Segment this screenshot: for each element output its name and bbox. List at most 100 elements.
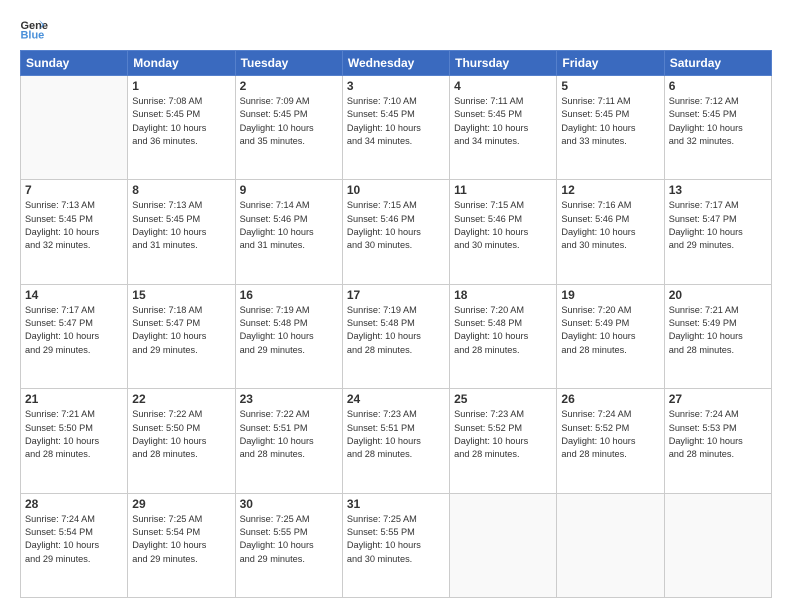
day-info: Sunrise: 7:17 AMSunset: 5:47 PMDaylight:… — [669, 199, 767, 252]
calendar-cell: 17 Sunrise: 7:19 AMSunset: 5:48 PMDayligh… — [342, 284, 449, 388]
day-info: Sunrise: 7:16 AMSunset: 5:46 PMDaylight:… — [561, 199, 659, 252]
calendar-cell: 30Sunrise: 7:25 AMSunset: 5:55 PMDayligh… — [235, 493, 342, 597]
day-info: Sunrise: 7:19 AMSunset: 5:48 PMDaylight:… — [347, 304, 445, 357]
day-info: Sunrise: 7:22 AMSunset: 5:50 PMDaylight:… — [132, 408, 230, 461]
weekday-header-saturday: Saturday — [664, 51, 771, 76]
header: General Blue — [20, 18, 772, 40]
day-info: Sunrise: 7:24 AMSunset: 5:52 PMDaylight:… — [561, 408, 659, 461]
day-info: Sunrise: 7:24 AMSunset: 5:53 PMDaylight:… — [669, 408, 767, 461]
day-info: Sunrise: 7:23 AMSunset: 5:51 PMDaylight:… — [347, 408, 445, 461]
day-number: 25 — [454, 392, 552, 406]
day-info: Sunrise: 7:10 AMSunset: 5:45 PMDaylight:… — [347, 95, 445, 148]
day-info: Sunrise: 7:20 AMSunset: 5:48 PMDaylight:… — [454, 304, 552, 357]
weekday-row: SundayMondayTuesdayWednesdayThursdayFrid… — [21, 51, 772, 76]
day-number: 22 — [132, 392, 230, 406]
calendar-cell: 4 Sunrise: 7:11 AMSunset: 5:45 PMDaylight… — [450, 76, 557, 180]
day-info: Sunrise: 7:20 AMSunset: 5:49 PMDaylight:… — [561, 304, 659, 357]
calendar-cell: 12Sunrise: 7:16 AMSunset: 5:46 PMDayligh… — [557, 180, 664, 284]
calendar-cell: 16 Sunrise: 7:19 AMSunset: 5:48 PMDayligh… — [235, 284, 342, 388]
day-info: Sunrise: 7:18 AMSunset: 5:47 PMDaylight:… — [132, 304, 230, 357]
day-number: 28 — [25, 497, 123, 511]
day-number: 5 — [561, 79, 659, 93]
calendar-cell: 11 Sunrise: 7:15 AMSunset: 5:46 PMDayligh… — [450, 180, 557, 284]
calendar-cell: 24 Sunrise: 7:23 AMSunset: 5:51 PMDayligh… — [342, 389, 449, 493]
calendar-cell: 25 Sunrise: 7:23 AMSunset: 5:52 PMDayligh… — [450, 389, 557, 493]
calendar-cell: 27Sunrise: 7:24 AMSunset: 5:53 PMDayligh… — [664, 389, 771, 493]
day-number: 29 — [132, 497, 230, 511]
day-info: Sunrise: 7:25 AMSunset: 5:54 PMDaylight:… — [132, 513, 230, 566]
day-info: Sunrise: 7:19 AMSunset: 5:48 PMDaylight:… — [240, 304, 338, 357]
day-number: 11 — [454, 183, 552, 197]
day-number: 13 — [669, 183, 767, 197]
day-info: Sunrise: 7:13 AMSunset: 5:45 PMDaylight:… — [25, 199, 123, 252]
calendar-body: 1 Sunrise: 7:08 AMSunset: 5:45 PMDaylight… — [21, 76, 772, 598]
calendar-cell: 18 Sunrise: 7:20 AMSunset: 5:48 PMDayligh… — [450, 284, 557, 388]
day-info: Sunrise: 7:21 AMSunset: 5:49 PMDaylight:… — [669, 304, 767, 357]
day-number: 15 — [132, 288, 230, 302]
week-row-2: 14 Sunrise: 7:17 AMSunset: 5:47 PMDayligh… — [21, 284, 772, 388]
day-number: 1 — [132, 79, 230, 93]
logo-icon: General Blue — [20, 18, 48, 40]
day-info: Sunrise: 7:11 AMSunset: 5:45 PMDaylight:… — [454, 95, 552, 148]
day-info: Sunrise: 7:23 AMSunset: 5:52 PMDaylight:… — [454, 408, 552, 461]
day-number: 20 — [669, 288, 767, 302]
calendar-cell: 31 Sunrise: 7:25 AMSunset: 5:55 PMDayligh… — [342, 493, 449, 597]
weekday-header-sunday: Sunday — [21, 51, 128, 76]
day-number: 24 — [347, 392, 445, 406]
logo: General Blue — [20, 18, 52, 40]
week-row-1: 7 Sunrise: 7:13 AMSunset: 5:45 PMDaylight… — [21, 180, 772, 284]
calendar-cell: 8 Sunrise: 7:13 AMSunset: 5:45 PMDaylight… — [128, 180, 235, 284]
day-number: 9 — [240, 183, 338, 197]
weekday-header-tuesday: Tuesday — [235, 51, 342, 76]
week-row-4: 28 Sunrise: 7:24 AMSunset: 5:54 PMDayligh… — [21, 493, 772, 597]
calendar-table: SundayMondayTuesdayWednesdayThursdayFrid… — [20, 50, 772, 598]
day-info: Sunrise: 7:13 AMSunset: 5:45 PMDaylight:… — [132, 199, 230, 252]
day-number: 23 — [240, 392, 338, 406]
day-number: 19 — [561, 288, 659, 302]
day-info: Sunrise: 7:24 AMSunset: 5:54 PMDaylight:… — [25, 513, 123, 566]
calendar-cell: 7 Sunrise: 7:13 AMSunset: 5:45 PMDaylight… — [21, 180, 128, 284]
calendar-cell: 19 Sunrise: 7:20 AMSunset: 5:49 PMDayligh… — [557, 284, 664, 388]
calendar-cell — [21, 76, 128, 180]
day-number: 14 — [25, 288, 123, 302]
day-info: Sunrise: 7:25 AMSunset: 5:55 PMDaylight:… — [240, 513, 338, 566]
calendar-cell: 14 Sunrise: 7:17 AMSunset: 5:47 PMDayligh… — [21, 284, 128, 388]
day-info: Sunrise: 7:12 AMSunset: 5:45 PMDaylight:… — [669, 95, 767, 148]
day-number: 16 — [240, 288, 338, 302]
weekday-header-monday: Monday — [128, 51, 235, 76]
day-info: Sunrise: 7:17 AMSunset: 5:47 PMDaylight:… — [25, 304, 123, 357]
day-info: Sunrise: 7:08 AMSunset: 5:45 PMDaylight:… — [132, 95, 230, 148]
day-number: 31 — [347, 497, 445, 511]
day-number: 17 — [347, 288, 445, 302]
day-number: 18 — [454, 288, 552, 302]
calendar-cell: 6 Sunrise: 7:12 AMSunset: 5:45 PMDaylight… — [664, 76, 771, 180]
day-number: 26 — [561, 392, 659, 406]
calendar-cell: 9 Sunrise: 7:14 AMSunset: 5:46 PMDaylight… — [235, 180, 342, 284]
day-info: Sunrise: 7:22 AMSunset: 5:51 PMDaylight:… — [240, 408, 338, 461]
day-info: Sunrise: 7:14 AMSunset: 5:46 PMDaylight:… — [240, 199, 338, 252]
day-info: Sunrise: 7:15 AMSunset: 5:46 PMDaylight:… — [454, 199, 552, 252]
calendar-cell: 2Sunrise: 7:09 AMSunset: 5:45 PMDaylight… — [235, 76, 342, 180]
weekday-header-wednesday: Wednesday — [342, 51, 449, 76]
calendar-header: SundayMondayTuesdayWednesdayThursdayFrid… — [21, 51, 772, 76]
day-info: Sunrise: 7:21 AMSunset: 5:50 PMDaylight:… — [25, 408, 123, 461]
calendar-cell: 26 Sunrise: 7:24 AMSunset: 5:52 PMDayligh… — [557, 389, 664, 493]
day-number: 8 — [132, 183, 230, 197]
day-info: Sunrise: 7:25 AMSunset: 5:55 PMDaylight:… — [347, 513, 445, 566]
calendar-cell: 28 Sunrise: 7:24 AMSunset: 5:54 PMDayligh… — [21, 493, 128, 597]
calendar-cell — [557, 493, 664, 597]
calendar-cell — [450, 493, 557, 597]
page: General Blue SundayMondayTuesdayWednesda… — [0, 0, 792, 612]
calendar-cell: 5Sunrise: 7:11 AMSunset: 5:45 PMDaylight… — [557, 76, 664, 180]
calendar-cell: 13 Sunrise: 7:17 AMSunset: 5:47 PMDayligh… — [664, 180, 771, 284]
calendar-cell: 29 Sunrise: 7:25 AMSunset: 5:54 PMDayligh… — [128, 493, 235, 597]
day-number: 6 — [669, 79, 767, 93]
calendar-cell: 10Sunrise: 7:15 AMSunset: 5:46 PMDayligh… — [342, 180, 449, 284]
week-row-3: 21Sunrise: 7:21 AMSunset: 5:50 PMDayligh… — [21, 389, 772, 493]
day-number: 3 — [347, 79, 445, 93]
weekday-header-thursday: Thursday — [450, 51, 557, 76]
calendar-cell: 20 Sunrise: 7:21 AMSunset: 5:49 PMDayligh… — [664, 284, 771, 388]
svg-text:Blue: Blue — [20, 29, 44, 40]
day-number: 7 — [25, 183, 123, 197]
day-number: 4 — [454, 79, 552, 93]
